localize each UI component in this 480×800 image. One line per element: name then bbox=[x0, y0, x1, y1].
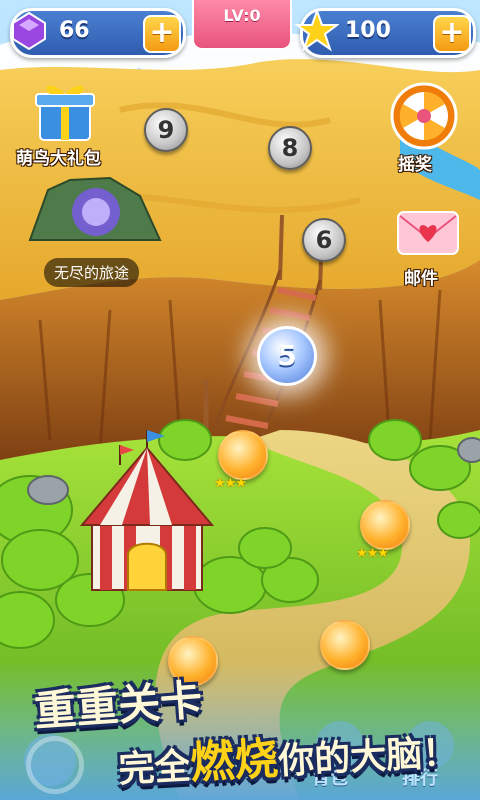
gem-counter: 66 + bbox=[10, 8, 186, 58]
mail-button[interactable]: 邮件 bbox=[392, 208, 466, 292]
mail-envelope-icon bbox=[397, 211, 459, 255]
level-node-completed[interactable] bbox=[218, 430, 268, 480]
gem-count: 66 bbox=[59, 18, 90, 43]
add-gems-button[interactable]: + bbox=[143, 15, 181, 53]
level-node-completed[interactable] bbox=[320, 620, 370, 670]
promo-sub-c: 你的大脑！ bbox=[277, 732, 460, 783]
promo-sub-a: 完全 bbox=[117, 746, 192, 791]
star-icon bbox=[295, 9, 339, 52]
gift-box-icon bbox=[35, 85, 95, 141]
rock bbox=[27, 475, 69, 505]
rock bbox=[457, 437, 480, 463]
level-node-completed[interactable] bbox=[360, 500, 410, 550]
level-stars: ★★★ bbox=[214, 476, 247, 491]
add-stars-button[interactable]: + bbox=[433, 15, 471, 53]
star-count: 100 bbox=[345, 18, 391, 43]
endless-journey-button[interactable]: 无尽的旅途 bbox=[44, 258, 140, 287]
level-node-6[interactable]: 6 bbox=[302, 218, 346, 262]
level-stars: ★★★ bbox=[356, 546, 389, 561]
level-node-8[interactable]: 8 bbox=[268, 126, 312, 170]
lottery-label: 摇奖 bbox=[398, 155, 432, 175]
star-counter: 100 + bbox=[295, 8, 476, 58]
gift-pack-label: 萌鸟大礼包 bbox=[16, 149, 101, 169]
promo-sub-b: 燃烧 bbox=[189, 733, 280, 790]
level-banner: LV:0 bbox=[192, 0, 292, 50]
player-level: LV:0 bbox=[223, 6, 261, 25]
settings-gear-icon[interactable] bbox=[26, 736, 84, 794]
level-node-5-current[interactable]: 5 bbox=[257, 326, 317, 386]
gem-icon bbox=[12, 11, 46, 51]
mail-label: 邮件 bbox=[404, 269, 438, 289]
lottery-button[interactable]: 摇奖 bbox=[384, 82, 468, 175]
level-node-9[interactable]: 9 bbox=[144, 108, 188, 152]
gift-pack-button[interactable]: 萌鸟大礼包 bbox=[10, 78, 120, 170]
prize-wheel-icon bbox=[390, 82, 458, 150]
